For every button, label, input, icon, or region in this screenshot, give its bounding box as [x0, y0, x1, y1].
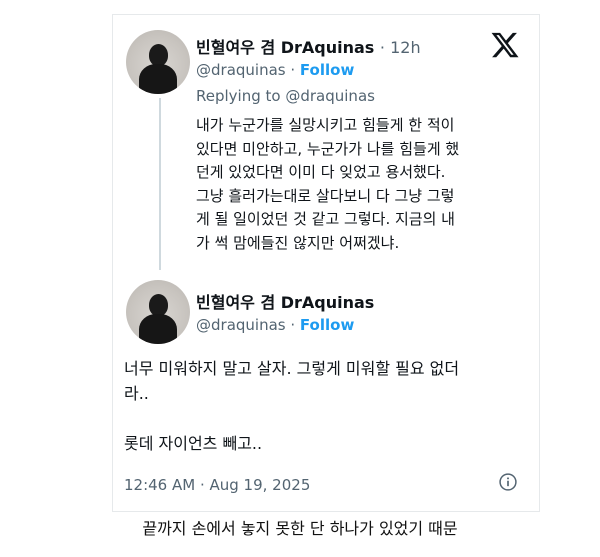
replying-to-handle[interactable]: @draquinas: [285, 87, 375, 105]
display-name[interactable]: 빈혈여우 겸 DrAquinas · 12h: [196, 34, 421, 58]
replying-to: Replying to @draquinas: [196, 87, 375, 105]
handle-row: @draquinas · Follow: [196, 61, 354, 79]
handle-row: @draquinas · Follow: [196, 316, 354, 334]
separator-dot: ·: [290, 61, 300, 79]
tweet-time[interactable]: · 12h: [380, 38, 421, 57]
tweet-timestamp[interactable]: 12:46 AM · Aug 19, 2025: [124, 476, 310, 494]
thread-connector-line: [159, 98, 161, 270]
user-handle[interactable]: @draquinas: [196, 316, 286, 334]
user-handle[interactable]: @draquinas: [196, 61, 286, 79]
avatar-silhouette-head: [149, 44, 168, 66]
avatar[interactable]: [126, 30, 190, 94]
display-name[interactable]: 빈혈여우 겸 DrAquinas: [196, 289, 374, 313]
avatar-silhouette-body: [139, 314, 177, 344]
avatar-silhouette-body: [139, 64, 177, 94]
tweet-text: 너무 미워하지 말고 살자. 그렇게 미워할 필요 없더 라.. 롯데 자이언츠…: [124, 359, 460, 453]
display-name-text[interactable]: 빈혈여우 겸 DrAquinas: [196, 38, 374, 57]
avatar[interactable]: [126, 280, 190, 344]
follow-button[interactable]: Follow: [300, 316, 354, 334]
display-name-text[interactable]: 빈혈여우 겸 DrAquinas: [196, 293, 374, 312]
separator-dot: ·: [290, 316, 300, 334]
tweet-text: 내가 누군가를 실망시키고 힘들게 한 적이 있다면 미안하고, 누군가가 나를…: [196, 116, 460, 252]
replying-to-label: Replying to: [196, 87, 281, 105]
follow-button[interactable]: Follow: [300, 61, 354, 79]
x-logo-icon[interactable]: [490, 30, 520, 60]
avatar-silhouette-head: [149, 294, 168, 316]
info-icon[interactable]: [498, 472, 518, 492]
caption-text: 끝까지 손에서 놓지 못한 단 하나가 있었기 때문: [142, 519, 458, 538]
